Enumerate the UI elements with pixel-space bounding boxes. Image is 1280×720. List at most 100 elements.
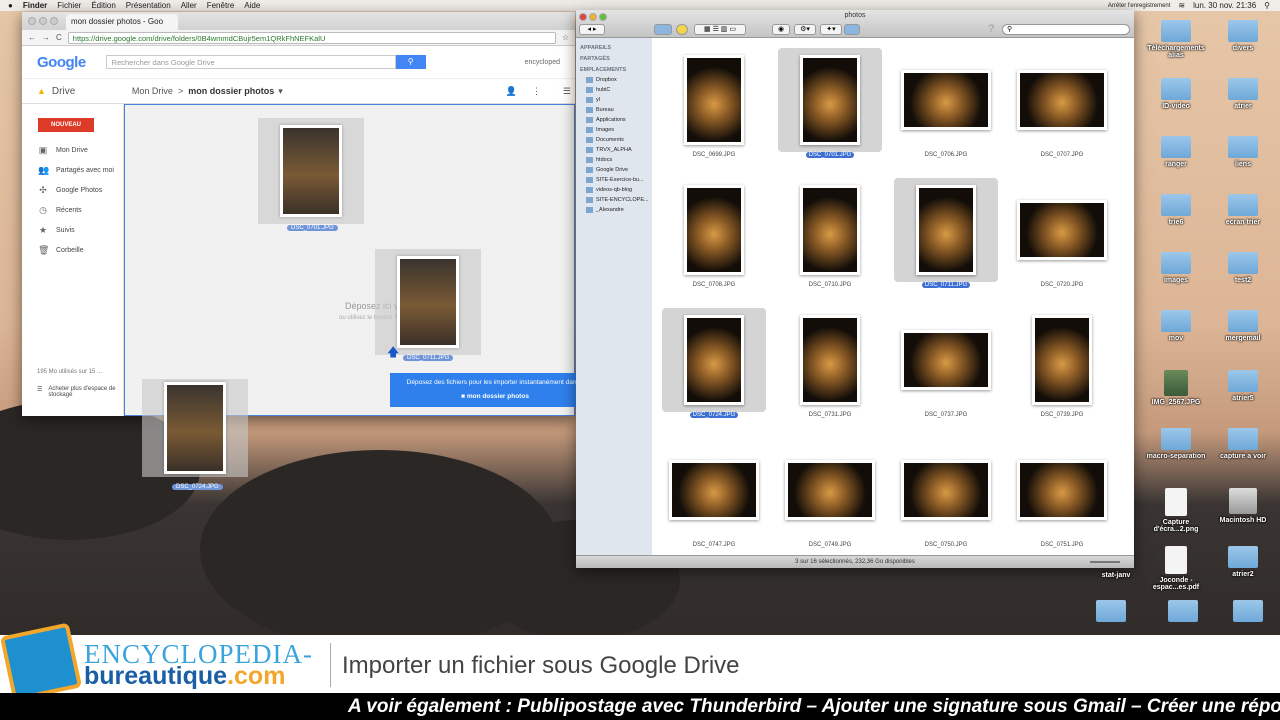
menu-aller[interactable]: Aller (181, 1, 197, 10)
finder-sidebar-item[interactable]: yl (576, 95, 652, 105)
desktop-item[interactable]: mov (1143, 310, 1209, 342)
file-item[interactable]: DSC_0707.JPG (1004, 42, 1120, 172)
finder-sidebar-item[interactable]: Bureau (576, 105, 652, 115)
file-item[interactable]: DSC_0747.JPG (656, 432, 772, 562)
finder-sidebar-item[interactable]: _Alexandre (576, 205, 652, 215)
desktop-item[interactable]: macro-separation (1143, 428, 1209, 460)
icon-size-slider[interactable] (1090, 561, 1120, 563)
share-icon[interactable]: 👤 (506, 86, 517, 97)
new-folder-icon[interactable] (654, 24, 672, 35)
file-item[interactable]: DSC_0708.JPG (656, 172, 772, 302)
desktop-item[interactable]: IMG_2567.JPG (1143, 370, 1209, 406)
drive-drop-zone[interactable]: DSC_0701.JPG Déposez ici vos fichiers ou… (124, 104, 600, 416)
sidebar-item-recents[interactable]: ◷ Récents (22, 200, 123, 220)
finder-sidebar-item[interactable]: SITE-ENCYCLOPE... (576, 195, 652, 205)
menu-fichier[interactable]: Fichier (57, 1, 81, 10)
minimize-window-button[interactable] (39, 17, 47, 25)
back-icon[interactable]: ← (28, 33, 36, 42)
file-item[interactable]: DSC_0724.JPG (656, 302, 772, 432)
search-button[interactable]: ⚲ (395, 55, 426, 69)
desktop-item[interactable] (1150, 600, 1216, 625)
section-places[interactable]: EMPLACEMENTS (576, 64, 652, 75)
finder-sidebar-item[interactable]: htdocs (576, 155, 652, 165)
burn-icon[interactable] (676, 24, 688, 35)
section-shared[interactable]: PARTAGÉS (576, 53, 652, 64)
file-item[interactable]: DSC_0706.JPG (888, 42, 1004, 172)
address-bar[interactable]: https://drive.google.com/drive/folders/0… (67, 31, 556, 44)
desktop-item[interactable]: Capture d'écra...2.png (1143, 488, 1209, 533)
finder-sidebar-item[interactable]: SITE-Exercice-bu... (576, 175, 652, 185)
menu-edition[interactable]: Édition (91, 1, 115, 10)
close-window-button[interactable] (28, 17, 36, 25)
more-icon[interactable]: ⋮ (532, 86, 541, 97)
desktop-item[interactable]: Macintosh HD (1210, 488, 1276, 524)
clock[interactable]: lun. 30 nov. 21:36 (1193, 1, 1256, 10)
file-item[interactable]: DSC_0751.JPG (1004, 432, 1120, 562)
forward-icon[interactable]: → (42, 33, 50, 42)
browser-tab[interactable]: mon dossier photos - Goo (66, 14, 178, 30)
back-forward-buttons[interactable]: ◂ ▸ (579, 24, 605, 35)
file-item[interactable]: DSC_0711.JPG (888, 172, 1004, 302)
desktop-item[interactable]: ID-video (1143, 78, 1209, 110)
file-item[interactable]: DSC_0710.JPG (772, 172, 888, 302)
sidebar-item-photos[interactable]: ✣ Google Photos (22, 180, 123, 200)
bookmark-star-icon[interactable]: ☆ (562, 33, 569, 42)
finder-sidebar-item[interactable]: Documents (576, 135, 652, 145)
list-view-icon[interactable]: ☰ (563, 86, 571, 97)
file-item[interactable]: DSC_0749.JPG (772, 432, 888, 562)
stop-recording[interactable]: Arrêter l'enregistrement (1108, 3, 1171, 9)
desktop-item[interactable]: stat-janv (1083, 572, 1149, 579)
sidebar-item-mon-drive[interactable]: ▣ Mon Drive (22, 140, 123, 160)
file-item[interactable]: DSC_0750.JPG (888, 432, 1004, 562)
desktop-item[interactable] (1215, 600, 1280, 625)
gear-icon[interactable]: ⚙▾ (794, 24, 816, 35)
sidebar-item-corbeille[interactable]: 🗑 Corbeille (22, 240, 123, 260)
desktop-item[interactable]: atrier2 (1210, 546, 1276, 578)
desktop-item[interactable]: images (1143, 252, 1209, 284)
account-name[interactable]: encycloped (525, 59, 560, 66)
menu-presentation[interactable]: Présentation (126, 1, 171, 10)
desktop-item[interactable]: ecran trier (1210, 194, 1276, 226)
spotlight-icon[interactable]: ⚲ (1264, 1, 1270, 10)
file-item[interactable]: DSC_0699.JPG (656, 42, 772, 172)
file-item[interactable]: DSC_0737.JPG (888, 302, 1004, 432)
finder-sidebar-item[interactable]: Google Drive (576, 165, 652, 175)
desktop-item[interactable]: test2 (1210, 252, 1276, 284)
view-switcher[interactable]: ▦ ☰ ▥ ▭ (694, 24, 746, 35)
drive-search-input[interactable]: Rechercher dans Google Drive (105, 55, 396, 69)
menu-fenetre[interactable]: Fenêtre (207, 1, 235, 10)
desktop-item[interactable]: capture a voir (1210, 428, 1276, 460)
chevron-down-icon[interactable]: ▾ (278, 86, 283, 97)
desktop-item[interactable]: mergemail (1210, 310, 1276, 342)
finder-sidebar-item[interactable]: TRVX_ALPHA (576, 145, 652, 155)
file-item[interactable]: DSC_0739.JPG (1004, 302, 1120, 432)
help-icon[interactable]: ? (988, 23, 994, 35)
breadcrumb-current[interactable]: mon dossier photos (188, 86, 274, 96)
desktop-item[interactable]: atrier (1210, 78, 1276, 110)
finder-sidebar-item[interactable]: Images (576, 125, 652, 135)
finder-search-input[interactable]: ⚲ (1002, 24, 1130, 35)
buy-storage-link[interactable]: ☰ Acheter plus d'espace de stockage (37, 386, 117, 398)
desktop-item[interactable]: trie6 (1143, 194, 1209, 226)
apple-menu-icon[interactable]: ● (8, 1, 13, 10)
google-logo[interactable]: Google (37, 54, 86, 71)
menu-aide[interactable]: Aide (244, 1, 260, 10)
finder-sidebar-item[interactable]: Dropbox (576, 75, 652, 85)
quicklook-icon[interactable]: ◉ (772, 24, 790, 35)
new-button[interactable]: NOUVEAU (38, 118, 94, 132)
file-item[interactable]: DSC_0720.JPG (1004, 172, 1120, 302)
desktop-item[interactable]: ranger (1143, 136, 1209, 168)
menu-finder[interactable]: Finder (23, 1, 47, 10)
desktop-item[interactable]: divers (1210, 20, 1276, 52)
zoom-window-button[interactable] (50, 17, 58, 25)
file-item[interactable]: DSC_0731.JPG (772, 302, 888, 432)
desktop-item[interactable]: atrier5 (1210, 370, 1276, 402)
finder-sidebar-item[interactable]: hubiC (576, 85, 652, 95)
desktop-item[interactable]: Téléchargements alias (1143, 20, 1209, 59)
dropbox-icon[interactable]: ✦▾ (820, 24, 842, 35)
desktop-item[interactable]: liens (1210, 136, 1276, 168)
sidebar-item-partages[interactable]: 👥 Partagés avec moi (22, 160, 123, 180)
finder-sidebar-item[interactable]: videos-qb-blog (576, 185, 652, 195)
finder-sidebar-item[interactable]: Applications (576, 115, 652, 125)
desktop-item[interactable] (1078, 600, 1144, 625)
